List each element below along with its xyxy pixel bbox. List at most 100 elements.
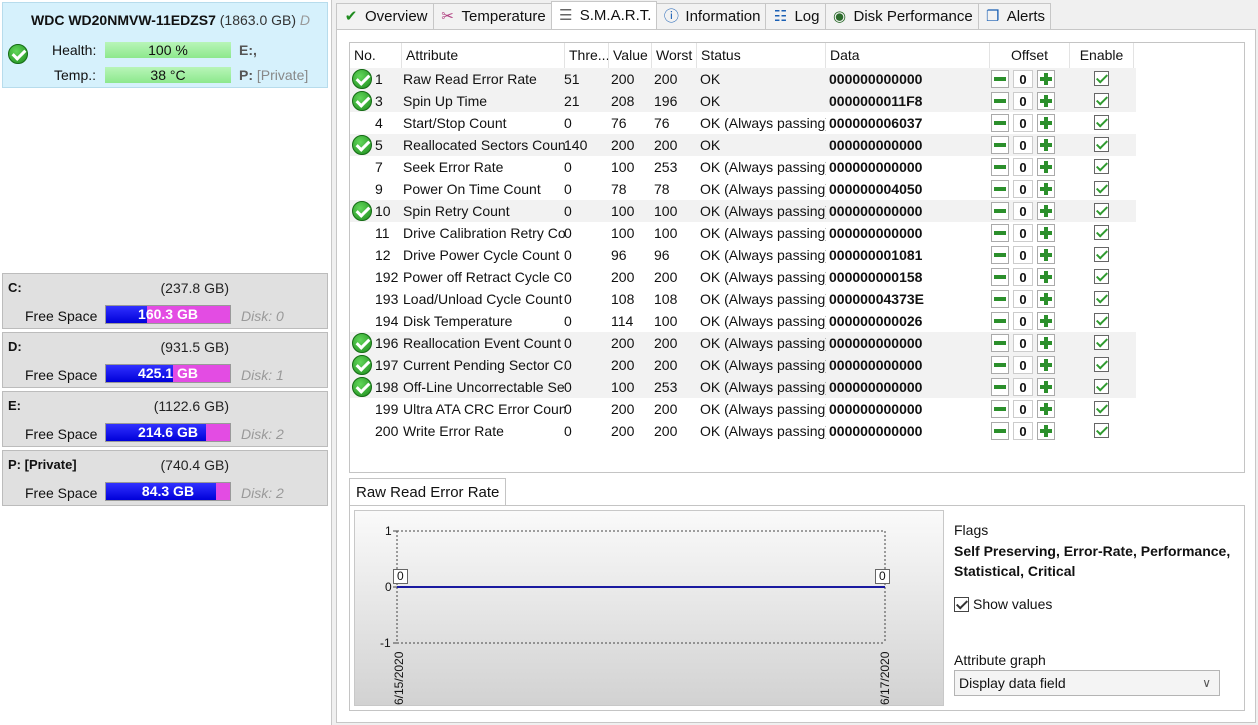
offset-value[interactable]: 0 <box>1013 378 1033 396</box>
offset-minus-button[interactable] <box>991 92 1009 110</box>
col-offset[interactable]: Offset <box>990 43 1070 68</box>
offset-plus-button[interactable] <box>1037 70 1055 88</box>
enable-checkbox[interactable] <box>1094 379 1109 394</box>
table-row[interactable]: 198 Off-Line Uncorrectable Se... 0 100 253 OK… <box>350 376 1136 398</box>
enable-checkbox[interactable] <box>1094 159 1109 174</box>
enable-checkbox[interactable] <box>1094 225 1109 240</box>
offset-value[interactable]: 0 <box>1013 268 1033 286</box>
offset-plus-button[interactable] <box>1037 356 1055 374</box>
offset-minus-button[interactable] <box>991 114 1009 132</box>
offset-value[interactable]: 0 <box>1013 312 1033 330</box>
table-row[interactable]: 196 Reallocation Event Count 0 200 200 OK (Al… <box>350 332 1136 354</box>
enable-checkbox[interactable] <box>1094 71 1109 86</box>
volume-card[interactable]: E: (1122.6 GB) Free Space 214.6 GB Disk: 2 <box>2 391 328 447</box>
table-row[interactable]: 200 Write Error Rate 0 200 200 OK (Always pas… <box>350 420 1136 442</box>
offset-value[interactable]: 0 <box>1013 92 1033 110</box>
offset-plus-button[interactable] <box>1037 136 1055 154</box>
offset-value[interactable]: 0 <box>1013 290 1033 308</box>
table-row[interactable]: 199 Ultra ATA CRC Error Count 0 200 200 OK (A… <box>350 398 1136 420</box>
col-status[interactable]: Status <box>697 43 826 68</box>
table-row[interactable]: 7 Seek Error Rate 0 100 253 OK (Always passin… <box>350 156 1136 178</box>
offset-value[interactable]: 0 <box>1013 202 1033 220</box>
offset-plus-button[interactable] <box>1037 268 1055 286</box>
enable-checkbox[interactable] <box>1094 357 1109 372</box>
col-data[interactable]: Data <box>826 43 990 68</box>
tab-information[interactable]: ⓘ Information <box>656 3 767 29</box>
offset-value[interactable]: 0 <box>1013 158 1033 176</box>
table-row[interactable]: 11 Drive Calibration Retry Co... 0 100 100 OK… <box>350 222 1136 244</box>
enable-checkbox[interactable] <box>1094 335 1109 350</box>
col-value[interactable]: Value <box>609 43 652 68</box>
col-worst[interactable]: Worst <box>652 43 697 68</box>
col-no[interactable]: No. <box>350 43 402 68</box>
enable-checkbox[interactable] <box>1094 181 1109 196</box>
offset-minus-button[interactable] <box>991 224 1009 242</box>
offset-minus-button[interactable] <box>991 202 1009 220</box>
col-enable[interactable]: Enable <box>1070 43 1134 68</box>
table-row[interactable]: 9 Power On Time Count 0 78 78 OK (Always pass… <box>350 178 1136 200</box>
col-threshold[interactable]: Thre... <box>565 43 609 68</box>
offset-value[interactable]: 0 <box>1013 224 1033 242</box>
show-values-checkbox[interactable]: Show values <box>954 596 1052 612</box>
offset-minus-button[interactable] <box>991 268 1009 286</box>
offset-plus-button[interactable] <box>1037 202 1055 220</box>
enable-checkbox[interactable] <box>1094 203 1109 218</box>
tab-disk-performance[interactable]: ◉ Disk Performance <box>824 3 979 29</box>
offset-plus-button[interactable] <box>1037 312 1055 330</box>
table-row[interactable]: 1 Raw Read Error Rate 51 200 200 OK 0000000000… <box>350 68 1136 90</box>
table-row[interactable]: 194 Disk Temperature 0 114 100 OK (Always pas… <box>350 310 1136 332</box>
enable-checkbox[interactable] <box>1094 291 1109 306</box>
attribute-graph-select[interactable]: Display data field ∨ <box>954 670 1220 696</box>
offset-minus-button[interactable] <box>991 312 1009 330</box>
enable-checkbox[interactable] <box>1094 401 1109 416</box>
offset-plus-button[interactable] <box>1037 224 1055 242</box>
offset-value[interactable]: 0 <box>1013 70 1033 88</box>
enable-checkbox[interactable] <box>1094 313 1109 328</box>
table-row[interactable]: 192 Power off Retract Cycle C... 0 200 200 OK… <box>350 266 1136 288</box>
enable-checkbox[interactable] <box>1094 137 1109 152</box>
offset-plus-button[interactable] <box>1037 400 1055 418</box>
table-row[interactable]: 3 Spin Up Time 21 208 196 OK 0000000011F8 0 <box>350 90 1136 112</box>
offset-minus-button[interactable] <box>991 334 1009 352</box>
offset-value[interactable]: 0 <box>1013 356 1033 374</box>
offset-plus-button[interactable] <box>1037 180 1055 198</box>
table-row[interactable]: 4 Start/Stop Count 0 76 76 OK (Always passing… <box>350 112 1136 134</box>
offset-minus-button[interactable] <box>991 356 1009 374</box>
offset-minus-button[interactable] <box>991 158 1009 176</box>
offset-minus-button[interactable] <box>991 290 1009 308</box>
volume-card[interactable]: C: (237.8 GB) Free Space 160.3 GB Disk: 0 <box>2 273 328 329</box>
col-attribute[interactable]: Attribute <box>402 43 565 68</box>
offset-minus-button[interactable] <box>991 246 1009 264</box>
enable-checkbox[interactable] <box>1094 115 1109 130</box>
table-row[interactable]: 12 Drive Power Cycle Count 0 96 96 OK (Always… <box>350 244 1136 266</box>
offset-value[interactable]: 0 <box>1013 246 1033 264</box>
tab-overview[interactable]: ✔ Overview <box>336 3 434 29</box>
enable-checkbox[interactable] <box>1094 247 1109 262</box>
graph-tab[interactable]: Raw Read Error Rate <box>349 478 507 506</box>
table-row[interactable]: 197 Current Pending Sector C... 0 200 200 OK … <box>350 354 1136 376</box>
offset-minus-button[interactable] <box>991 422 1009 440</box>
offset-plus-button[interactable] <box>1037 92 1055 110</box>
tab-temperature[interactable]: ✂ Temperature <box>432 3 552 29</box>
offset-value[interactable]: 0 <box>1013 422 1033 440</box>
volume-card[interactable]: P: [Private] (740.4 GB) Free Space 84.3 GB D… <box>2 450 328 506</box>
tab-alerts[interactable]: ❐ Alerts <box>977 3 1052 29</box>
table-row[interactable]: 10 Spin Retry Count 0 100 100 OK (Always pass… <box>350 200 1136 222</box>
disk-card[interactable]: WDC WD20NMVW-11EDZS7 (1863.0 GB) D Healt… <box>2 2 328 88</box>
offset-value[interactable]: 0 <box>1013 136 1033 154</box>
tab-s-m-a-r-t[interactable]: ☰ S.M.A.R.T. <box>550 1 658 29</box>
offset-minus-button[interactable] <box>991 70 1009 88</box>
volume-card[interactable]: D: (931.5 GB) Free Space 425.1 GB Disk: 1 <box>2 332 328 388</box>
enable-checkbox[interactable] <box>1094 269 1109 284</box>
offset-value[interactable]: 0 <box>1013 334 1033 352</box>
offset-plus-button[interactable] <box>1037 378 1055 396</box>
enable-checkbox[interactable] <box>1094 423 1109 438</box>
offset-plus-button[interactable] <box>1037 334 1055 352</box>
offset-value[interactable]: 0 <box>1013 400 1033 418</box>
offset-plus-button[interactable] <box>1037 114 1055 132</box>
offset-plus-button[interactable] <box>1037 290 1055 308</box>
offset-minus-button[interactable] <box>991 136 1009 154</box>
offset-minus-button[interactable] <box>991 400 1009 418</box>
offset-plus-button[interactable] <box>1037 158 1055 176</box>
offset-value[interactable]: 0 <box>1013 180 1033 198</box>
